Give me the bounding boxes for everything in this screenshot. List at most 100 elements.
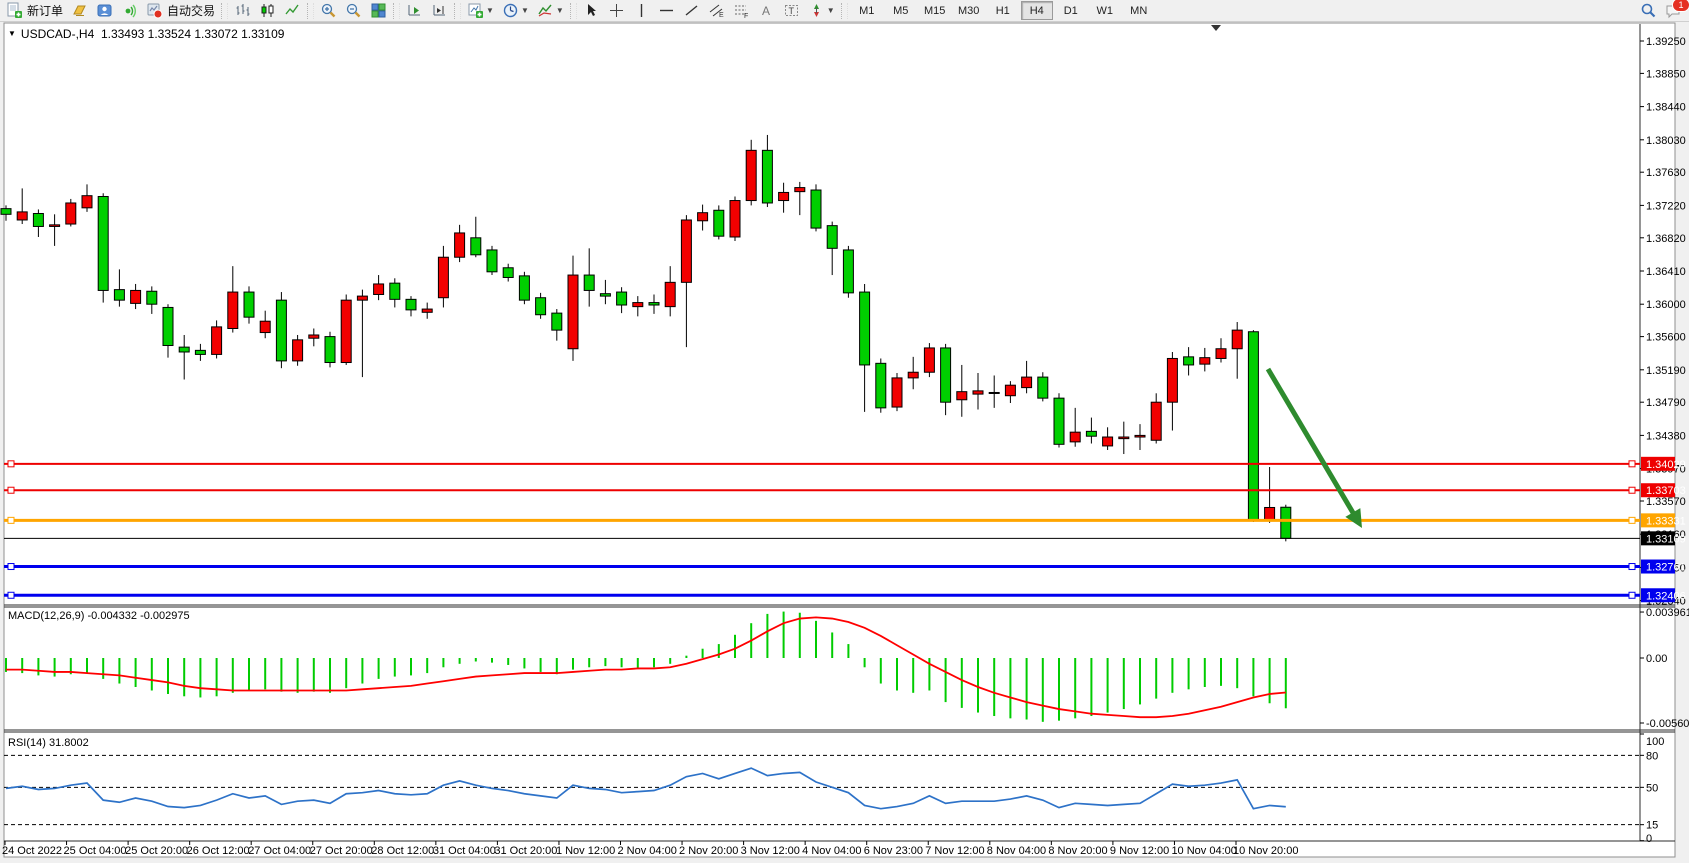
svg-text:2 Nov 04:00: 2 Nov 04:00 — [618, 845, 677, 857]
symbol-dropdown-icon[interactable]: ▼ — [8, 29, 16, 38]
svg-text:1.33109: 1.33109 — [1646, 533, 1686, 545]
community-button[interactable] — [92, 0, 117, 23]
svg-text:1.33570: 1.33570 — [1646, 496, 1686, 508]
crosshair-button[interactable] — [604, 0, 629, 23]
timeframe-group: M1 M5 M15 M30 H1 H4 D1 W1 MN — [850, 0, 1156, 22]
svg-text:31 Oct 20:00: 31 Oct 20:00 — [494, 845, 557, 857]
drawing-tools-group: E F A T ▼ — [579, 0, 839, 22]
svg-text:1.36820: 1.36820 — [1646, 233, 1686, 245]
tile-windows-button[interactable] — [366, 0, 391, 23]
svg-text:28 Oct 12:00: 28 Oct 12:00 — [371, 845, 434, 857]
horizontal-line-icon — [658, 2, 675, 19]
notifications-button[interactable]: 1 — [1661, 0, 1687, 23]
svg-text:50: 50 — [1646, 782, 1658, 794]
chart-type-group — [230, 0, 305, 22]
fibonacci-icon: F — [733, 2, 750, 19]
fibonacci-button[interactable]: F — [729, 0, 754, 23]
search-button[interactable] — [1636, 0, 1661, 23]
zoom-out-button[interactable] — [341, 0, 366, 23]
svg-text:0.00: 0.00 — [1646, 653, 1667, 665]
svg-text:1.38850: 1.38850 — [1646, 68, 1686, 80]
svg-text:1.37220: 1.37220 — [1646, 200, 1686, 212]
toolbar-right-group: 1 — [1636, 0, 1687, 23]
cursor-button[interactable] — [579, 0, 604, 23]
svg-text:1.33331: 1.33331 — [1646, 515, 1686, 527]
indicators-button[interactable]: ▼ — [533, 0, 568, 23]
search-icon — [1640, 2, 1657, 19]
trade-group: 新订单 自动交易 — [2, 0, 219, 22]
timeframe-d1[interactable]: D1 — [1055, 1, 1087, 20]
autotrade-icon — [146, 2, 163, 19]
label-icon: T — [783, 2, 800, 19]
svg-text:26 Oct 12:00: 26 Oct 12:00 — [187, 845, 250, 857]
svg-text:7 Nov 12:00: 7 Nov 12:00 — [925, 845, 984, 857]
vertical-line-icon — [633, 2, 650, 19]
svg-text:1.34790: 1.34790 — [1646, 397, 1686, 409]
svg-text:1.35600: 1.35600 — [1646, 332, 1686, 344]
candlestick-chart-button[interactable] — [255, 0, 280, 23]
svg-text:1.33703: 1.33703 — [1646, 485, 1686, 497]
text-icon: A — [758, 2, 775, 19]
text-label-button[interactable]: T — [779, 0, 804, 23]
svg-text:27 Oct 20:00: 27 Oct 20:00 — [310, 845, 373, 857]
svg-text:4 Nov 04:00: 4 Nov 04:00 — [802, 845, 861, 857]
chart-shift-button[interactable] — [427, 0, 452, 23]
arrange-play-icon — [406, 2, 423, 19]
chart-title: ▼USDCAD-,H4 1.33493 1.33524 1.33072 1.33… — [8, 27, 284, 41]
separator — [221, 3, 228, 19]
timeframe-mn[interactable]: MN — [1123, 1, 1155, 20]
tile-windows-icon — [370, 2, 387, 19]
chart-canvas[interactable]: 1.392501.388501.384401.380301.376301.372… — [0, 0, 1689, 863]
rsi-indicator-label: RSI(14) 31.8002 — [8, 737, 89, 749]
horizontal-line-button[interactable] — [654, 0, 679, 23]
periods-button[interactable]: ▼ — [498, 0, 533, 23]
autotrade-button[interactable]: 自动交易 — [142, 0, 219, 23]
svg-text:31 Oct 04:00: 31 Oct 04:00 — [433, 845, 496, 857]
separator — [841, 3, 848, 19]
svg-text:3 Nov 12:00: 3 Nov 12:00 — [741, 845, 800, 857]
timeframe-m5[interactable]: M5 — [885, 1, 917, 20]
timeframe-h4[interactable]: H4 — [1021, 1, 1053, 20]
channel-button[interactable]: E — [704, 0, 729, 23]
auto-scroll-button[interactable] — [402, 0, 427, 23]
svg-text:2 Nov 20:00: 2 Nov 20:00 — [679, 845, 738, 857]
svg-text:1.35190: 1.35190 — [1646, 365, 1686, 377]
svg-text:0.003961: 0.003961 — [1646, 607, 1689, 619]
timeframe-m30[interactable]: M30 — [953, 1, 985, 20]
macd-values: -0.004332 -0.002975 — [87, 610, 189, 622]
timeframe-m1[interactable]: M1 — [851, 1, 883, 20]
cursor-icon — [583, 2, 600, 19]
new-order-icon — [6, 2, 23, 19]
quotes-button[interactable] — [67, 0, 92, 23]
text-button[interactable]: A — [754, 0, 779, 23]
vertical-line-button[interactable] — [629, 0, 654, 23]
timeframe-w1[interactable]: W1 — [1089, 1, 1121, 20]
new-order-button[interactable]: 新订单 — [2, 0, 67, 23]
chevron-down-icon: ▼ — [556, 6, 564, 15]
arrows-button[interactable]: ▼ — [804, 0, 839, 23]
chart-tools-group: ▼ ▼ ▼ — [463, 0, 568, 22]
zoom-in-button[interactable] — [316, 0, 341, 23]
timeframe-m15[interactable]: M15 — [919, 1, 951, 20]
svg-text:25 Oct 04:00: 25 Oct 04:00 — [64, 845, 127, 857]
periods-clock-icon — [502, 2, 519, 19]
quotes-icon — [71, 2, 88, 19]
line-chart-button[interactable] — [280, 0, 305, 23]
zoom-in-icon — [320, 2, 337, 19]
bar-chart-icon — [234, 2, 251, 19]
arrange-step-icon — [431, 2, 448, 19]
bar-chart-button[interactable] — [230, 0, 255, 23]
svg-text:1.36000: 1.36000 — [1646, 299, 1686, 311]
trendline-icon — [683, 2, 700, 19]
svg-text:10 Nov 20:00: 10 Nov 20:00 — [1233, 845, 1298, 857]
signals-icon — [121, 2, 138, 19]
signals-button[interactable] — [117, 0, 142, 23]
timeframe-h1[interactable]: H1 — [987, 1, 1019, 20]
zoom-out-icon — [345, 2, 362, 19]
trendline-button[interactable] — [679, 0, 704, 23]
svg-text:F: F — [744, 13, 748, 19]
svg-text:1.32406: 1.32406 — [1646, 590, 1686, 602]
svg-text:10 Nov 04:00: 10 Nov 04:00 — [1171, 845, 1236, 857]
new-chart-button[interactable]: ▼ — [463, 0, 498, 23]
svg-text:1 Nov 12:00: 1 Nov 12:00 — [556, 845, 615, 857]
